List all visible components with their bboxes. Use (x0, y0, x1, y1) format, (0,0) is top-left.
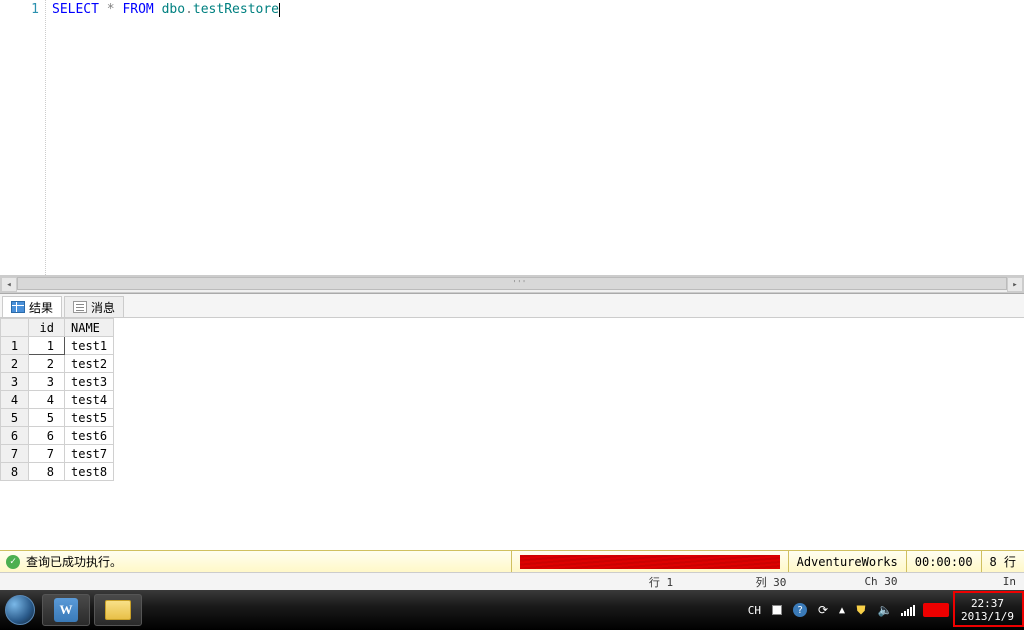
tray-keyboard-icon[interactable] (769, 602, 785, 618)
table-row[interactable]: 66test6 (1, 427, 114, 445)
scroll-marker: ''' (512, 279, 526, 288)
results-panel: 结果 消息 id NAME 11test122test233test344tes… (0, 293, 1024, 550)
line-number: 1 (0, 2, 39, 18)
tray-volume-icon[interactable]: 🔈 (877, 602, 893, 618)
cell-id[interactable]: 4 (29, 391, 65, 409)
table-row[interactable]: 55test5 (1, 409, 114, 427)
keyword-select: SELECT (52, 2, 99, 17)
redacted-server-info (520, 555, 780, 569)
cell-id[interactable]: 3 (29, 373, 65, 391)
tray-show-hidden-icon[interactable]: ▲ (839, 605, 845, 616)
taskbar-explorer[interactable] (94, 594, 142, 626)
cell-name[interactable]: test4 (65, 391, 114, 409)
schema-name: dbo (162, 2, 185, 17)
taskbar-word[interactable]: W (42, 594, 90, 626)
operator-star: * (107, 2, 115, 17)
word-icon: W (54, 598, 78, 622)
scroll-right-button[interactable]: ▸ (1007, 277, 1023, 292)
table-row[interactable]: 22test2 (1, 355, 114, 373)
row-number[interactable]: 4 (1, 391, 29, 409)
row-number[interactable]: 1 (1, 337, 29, 355)
start-button[interactable] (0, 590, 40, 630)
tab-messages[interactable]: 消息 (64, 296, 124, 317)
pos-ch: Ch 30 (826, 575, 936, 588)
position-bar: 行 1 列 30 Ch 30 In (0, 572, 1024, 590)
status-database: AdventureWorks (788, 551, 906, 572)
messages-icon (73, 301, 87, 313)
tray-language[interactable]: CH (748, 604, 761, 617)
tab-results-label: 结果 (29, 299, 53, 316)
text-cursor (279, 3, 280, 17)
tray-shield-icon[interactable]: ⛊ (853, 602, 869, 618)
cell-name[interactable]: test1 (65, 337, 114, 355)
cell-id[interactable]: 6 (29, 427, 65, 445)
pos-ins: In (996, 575, 1016, 588)
cell-id[interactable]: 1 (29, 337, 65, 355)
success-icon: ✓ (6, 555, 20, 569)
dot: . (185, 2, 193, 17)
highlight-box (953, 591, 1024, 627)
col-rownum[interactable] (1, 319, 29, 337)
pos-row: 行 1 (606, 574, 716, 590)
horizontal-scrollbar[interactable]: ◂ ''' ▸ (0, 276, 1024, 293)
tab-messages-label: 消息 (91, 299, 115, 316)
sql-editor[interactable]: 1 SELECT * FROM dbo.testRestore (0, 0, 1024, 276)
cell-id[interactable]: 5 (29, 409, 65, 427)
table-row[interactable]: 11test1 (1, 337, 114, 355)
row-number[interactable]: 2 (1, 355, 29, 373)
tray-help-icon[interactable]: ? (793, 603, 807, 617)
scroll-track[interactable]: ''' (17, 277, 1007, 292)
row-number[interactable]: 8 (1, 463, 29, 481)
cell-id[interactable]: 2 (29, 355, 65, 373)
status-elapsed: 00:00:00 (906, 551, 981, 572)
cell-name[interactable]: test7 (65, 445, 114, 463)
grid-body: 11test122test233test344test455test566tes… (1, 337, 114, 481)
cell-name[interactable]: test5 (65, 409, 114, 427)
table-row[interactable]: 44test4 (1, 391, 114, 409)
folder-icon (105, 600, 131, 620)
col-id[interactable]: id (29, 319, 65, 337)
cell-id[interactable]: 8 (29, 463, 65, 481)
table-row[interactable]: 77test7 (1, 445, 114, 463)
table-name: testRestore (193, 2, 279, 17)
cell-name[interactable]: test6 (65, 427, 114, 445)
status-server (511, 551, 788, 572)
tray-sync-icon[interactable]: ⟳ (815, 602, 831, 618)
col-name[interactable]: NAME (65, 319, 114, 337)
row-number[interactable]: 3 (1, 373, 29, 391)
scroll-left-button[interactable]: ◂ (1, 277, 17, 292)
tray-clock[interactable]: 22:37 2013/1/9 (957, 597, 1018, 623)
system-tray: CH ? ⟳ ▲ ⛊ 🔈 22:37 2013/1/9 (748, 590, 1024, 630)
query-status-bar: ✓ 查询已成功执行。 AdventureWorks 00:00:00 8 行 (0, 550, 1024, 572)
line-gutter: 1 (0, 0, 46, 275)
pos-col: 列 30 (716, 574, 826, 590)
tray-network-icon[interactable] (901, 604, 915, 616)
windows-taskbar[interactable]: W CH ? ⟳ ▲ ⛊ 🔈 22:37 2013/1/9 (0, 590, 1024, 630)
keyword-from: FROM (122, 2, 153, 17)
row-number[interactable]: 5 (1, 409, 29, 427)
tray-redacted (923, 603, 949, 617)
code-area[interactable]: SELECT * FROM dbo.testRestore (46, 0, 1024, 275)
cell-name[interactable]: test2 (65, 355, 114, 373)
results-tabs: 结果 消息 (0, 294, 1024, 318)
status-message: 查询已成功执行。 (26, 553, 122, 570)
cell-name[interactable]: test3 (65, 373, 114, 391)
cell-id[interactable]: 7 (29, 445, 65, 463)
table-row[interactable]: 33test3 (1, 373, 114, 391)
tab-results[interactable]: 结果 (2, 296, 62, 317)
status-rows: 8 行 (981, 551, 1024, 572)
table-row[interactable]: 88test8 (1, 463, 114, 481)
row-number[interactable]: 7 (1, 445, 29, 463)
row-number[interactable]: 6 (1, 427, 29, 445)
cell-name[interactable]: test8 (65, 463, 114, 481)
results-grid[interactable]: id NAME 11test122test233test344test455te… (0, 318, 1024, 481)
windows-orb-icon (5, 595, 35, 625)
grid-icon (11, 301, 25, 313)
header-row: id NAME (1, 319, 114, 337)
